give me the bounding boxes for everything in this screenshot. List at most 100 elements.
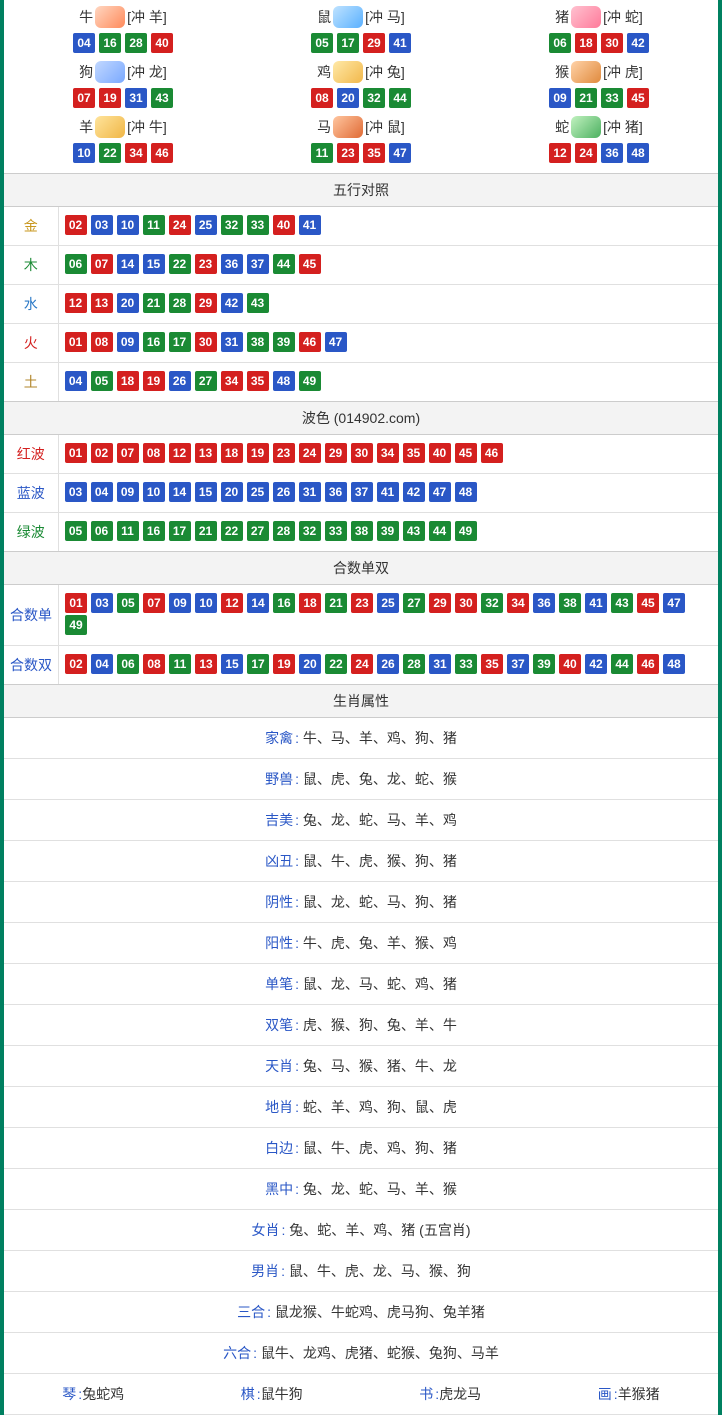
number-ball: 36 [533, 593, 555, 613]
number-ball: 30 [601, 33, 623, 53]
attr-cell: 阴性: 鼠、龙、蛇、马、狗、猪 [4, 882, 718, 923]
number-ball: 38 [247, 332, 269, 352]
table-row: 凶丑: 鼠、牛、虎、猴、狗、猪 [4, 841, 718, 882]
row-label: 火 [4, 324, 58, 363]
number-ball: 27 [247, 521, 269, 541]
number-ball: 26 [377, 654, 399, 674]
zodiac-clash: [冲 羊] [127, 7, 167, 27]
number-ball: 28 [273, 521, 295, 541]
zodiac-name: 猴 [555, 62, 569, 82]
attr-cell: 六合: 鼠牛、龙鸡、虎猪、蛇猴、兔狗、马羊 [4, 1333, 718, 1374]
attr-label: 棋 [241, 1386, 255, 1402]
number-ball: 04 [91, 482, 113, 502]
row-label: 水 [4, 285, 58, 324]
zodiac-clash: [冲 龙] [127, 62, 167, 82]
number-ball: 43 [403, 521, 425, 541]
number-ball: 23 [195, 254, 217, 274]
number-ball: 22 [99, 143, 121, 163]
number-ball: 16 [273, 593, 295, 613]
zodiac-cell: 猪[冲 蛇]06183042 [480, 4, 718, 55]
zodiac-name: 羊 [79, 117, 93, 137]
attr-label: 吉美 [265, 812, 293, 828]
number-ball: 10 [143, 482, 165, 502]
attr-value: 鼠、龙、蛇、马、狗、猪 [299, 894, 457, 910]
number-ball: 10 [117, 215, 139, 235]
number-ball: 46 [299, 332, 321, 352]
zodiac-cell: 羊[冲 牛]10223446 [4, 114, 242, 165]
number-ball: 12 [169, 443, 191, 463]
number-ball: 45 [627, 88, 649, 108]
number-ball: 20 [221, 482, 243, 502]
attr-label: 家禽 [265, 730, 293, 746]
number-ball: 48 [273, 371, 295, 391]
number-ball: 47 [663, 593, 685, 613]
number-ball: 10 [73, 143, 95, 163]
number-ball: 04 [91, 654, 113, 674]
table-row: 琴:兔蛇鸡棋:鼠牛狗书:虎龙马画:羊猴猪 [4, 1374, 718, 1415]
number-ball: 31 [429, 654, 451, 674]
number-ball: 47 [389, 143, 411, 163]
number-ball: 20 [337, 88, 359, 108]
number-ball: 25 [247, 482, 269, 502]
zodiac-clash: [冲 兔] [365, 62, 405, 82]
bose-table: 红波0102070812131819232429303435404546蓝波03… [4, 435, 718, 551]
attr-label: 地肖 [265, 1099, 293, 1115]
number-ball: 22 [221, 521, 243, 541]
number-ball: 01 [65, 593, 87, 613]
number-ball: 39 [533, 654, 555, 674]
number-ball: 24 [351, 654, 373, 674]
attr-value: 兔、蛇、羊、鸡、猪 (五宫肖) [285, 1222, 470, 1238]
number-ball: 02 [91, 443, 113, 463]
number-ball: 03 [91, 215, 113, 235]
row-label: 合数单 [4, 585, 59, 646]
number-ball: 33 [601, 88, 623, 108]
number-ball: 37 [507, 654, 529, 674]
number-ball: 29 [195, 293, 217, 313]
number-ball: 05 [311, 33, 333, 53]
page-wrap: 牛[冲 羊]04162840鼠[冲 马]05172941猪[冲 蛇]061830… [0, 0, 722, 1415]
attr-label: 阳性 [265, 935, 293, 951]
number-ball: 48 [663, 654, 685, 674]
attr-label: 男肖 [251, 1263, 279, 1279]
number-ball: 22 [325, 654, 347, 674]
number-ball: 17 [169, 521, 191, 541]
number-ball: 04 [65, 371, 87, 391]
number-ball: 30 [351, 443, 373, 463]
number-ball: 06 [549, 33, 571, 53]
number-ball: 35 [363, 143, 385, 163]
table-row: 吉美: 兔、龙、蛇、马、羊、鸡 [4, 800, 718, 841]
attr-value: 虎龙马 [439, 1386, 481, 1402]
number-ball: 06 [117, 654, 139, 674]
zodiac-name: 蛇 [555, 117, 569, 137]
number-ball: 13 [91, 293, 113, 313]
number-ball: 41 [389, 33, 411, 53]
number-ball: 11 [117, 521, 139, 541]
zodiac-clash: [冲 蛇] [603, 7, 643, 27]
number-ball: 16 [143, 332, 165, 352]
attr-cell: 棋:鼠牛狗 [183, 1374, 362, 1415]
attr-table: 家禽: 牛、马、羊、鸡、狗、猪野兽: 鼠、虎、兔、龙、蛇、猴吉美: 兔、龙、蛇、… [4, 718, 718, 1374]
table-row: 六合: 鼠牛、龙鸡、虎猪、蛇猴、兔狗、马羊 [4, 1333, 718, 1374]
zodiac-name: 鸡 [317, 62, 331, 82]
attr-cell: 男肖: 鼠、牛、虎、龙、马、猴、狗 [4, 1251, 718, 1292]
table-row: 白边: 鼠、牛、虎、鸡、狗、猪 [4, 1128, 718, 1169]
attr-cell: 天肖: 兔、马、猴、猪、牛、龙 [4, 1046, 718, 1087]
zodiac-cell: 猴[冲 虎]09213345 [480, 59, 718, 110]
zodiac-icon [95, 116, 125, 138]
ball-row: 05172941 [242, 33, 480, 53]
number-ball: 07 [117, 443, 139, 463]
number-ball: 07 [143, 593, 165, 613]
table-row: 地肖: 蛇、羊、鸡、狗、鼠、虎 [4, 1087, 718, 1128]
number-ball: 35 [403, 443, 425, 463]
number-ball: 28 [403, 654, 425, 674]
balls-cell: 0103050709101214161821232527293032343638… [59, 585, 719, 646]
table-row: 木06071415222336374445 [4, 246, 718, 285]
number-ball: 14 [117, 254, 139, 274]
section-head-bose: 波色 (014902.com) [4, 401, 718, 435]
number-ball: 12 [65, 293, 87, 313]
number-ball: 21 [575, 88, 597, 108]
table-row: 火0108091617303138394647 [4, 324, 718, 363]
number-ball: 49 [455, 521, 477, 541]
zodiac-icon [95, 6, 125, 28]
section-head-heshu: 合数单双 [4, 551, 718, 585]
